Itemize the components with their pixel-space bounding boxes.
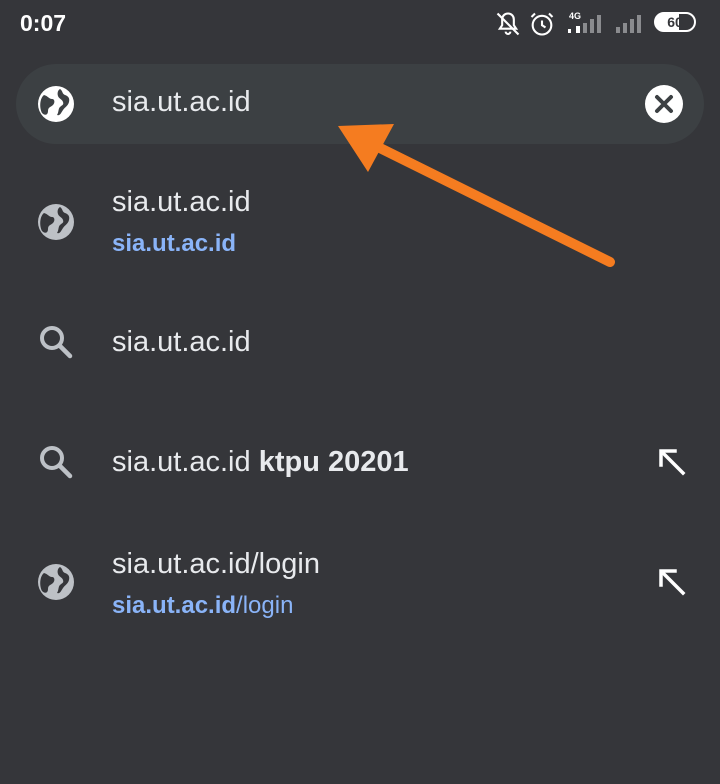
globe-icon	[38, 564, 74, 600]
battery-level: 60	[667, 14, 683, 30]
clear-icon[interactable]	[644, 84, 684, 124]
suggestion-url: sia.ut.ac.id	[112, 230, 237, 257]
omnibox-input[interactable]	[112, 86, 592, 119]
battery-icon: 60	[654, 12, 696, 32]
search-icon	[40, 326, 73, 359]
suggestion-item[interactable]: sia.ut.ac.id/login sia.ut.ac.id/login	[0, 536, 720, 636]
omnibox[interactable]	[16, 64, 704, 144]
search-icon	[40, 446, 73, 479]
signal-icon	[616, 15, 641, 33]
suggestion-url: sia.ut.ac.id/login	[112, 592, 294, 619]
globe-icon	[38, 204, 74, 240]
alarm-icon	[530, 12, 554, 36]
suggestion-item[interactable]: sia.ut.ac.id ktpu 20201	[0, 420, 720, 510]
bell-muted-icon	[496, 12, 520, 36]
globe-icon	[38, 86, 74, 122]
signal-icon	[568, 15, 601, 33]
arrow-up-left-icon[interactable]	[654, 444, 690, 480]
status-bar: 0:07 4G 60	[0, 0, 720, 48]
suggestion-item[interactable]: sia.ut.ac.id sia.ut.ac.id	[0, 176, 720, 276]
status-time: 0:07	[20, 10, 67, 36]
arrow-up-left-icon[interactable]	[654, 564, 690, 600]
suggestion-title: sia.ut.ac.id	[112, 186, 251, 218]
suggestion-item[interactable]: sia.ut.ac.id	[0, 300, 720, 390]
suggestion-title: sia.ut.ac.id/login	[112, 548, 320, 580]
suggestion-title: sia.ut.ac.id ktpu 20201	[112, 446, 409, 478]
suggestion-title: sia.ut.ac.id	[112, 326, 251, 358]
